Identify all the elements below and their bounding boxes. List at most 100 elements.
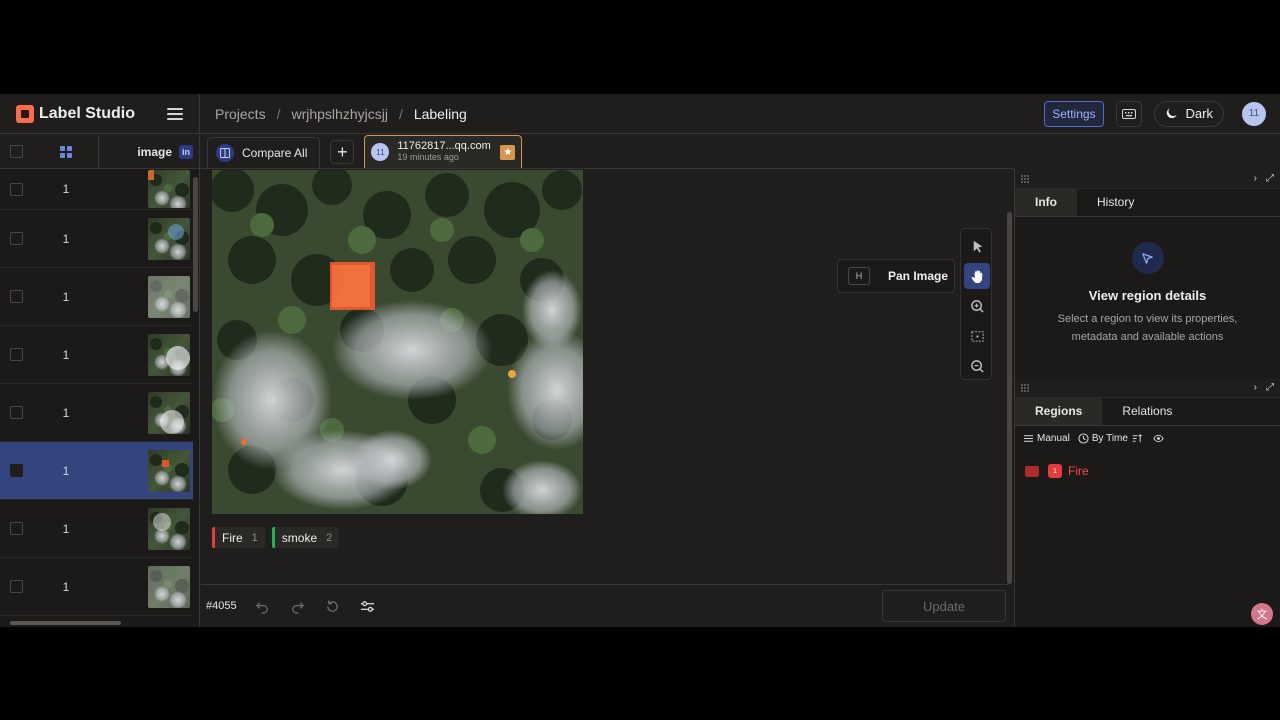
input-badge: in [179, 144, 193, 159]
table-row[interactable]: 1 [0, 169, 193, 210]
undo-icon[interactable] [254, 597, 272, 615]
column-header-image[interactable]: image [137, 145, 172, 159]
keyboard-shortcuts-button[interactable] [1115, 100, 1142, 127]
regions-panel-header[interactable]: › ⤢ [1015, 378, 1280, 398]
compare-all-label: Compare All [242, 146, 308, 160]
hand-icon[interactable] [964, 263, 990, 289]
region-list-item[interactable]: 1 Fire [1015, 458, 1280, 484]
info-panel-header[interactable]: › ⤢ [1015, 169, 1280, 189]
row-checkbox[interactable] [10, 522, 23, 535]
tab-info[interactable]: Info [1015, 188, 1077, 216]
label-hotkey: 1 [251, 531, 258, 544]
pointer-icon[interactable] [964, 233, 990, 259]
table-row[interactable]: 1 [0, 558, 193, 616]
tab-regions[interactable]: Regions [1015, 397, 1103, 425]
annotation-time: 19 minutes ago [397, 152, 459, 162]
theme-label: Dark [1185, 106, 1213, 121]
table-row-selected[interactable]: 1 [0, 442, 193, 500]
settings-sliders-icon[interactable] [359, 597, 377, 615]
table-horizontal-scrollbar[interactable] [10, 621, 121, 625]
row-thumbnail-image [148, 217, 190, 260]
task-list-table: image in 1 1 1 1 1 1 1 1 [0, 135, 200, 627]
row-checkbox[interactable] [10, 348, 23, 361]
tab-compare-all[interactable]: Compare All [207, 137, 321, 168]
group-manual-button[interactable]: Manual [1023, 433, 1070, 444]
region-label: Fire [1068, 464, 1089, 478]
header-actions: Settings Dark 11 [1044, 100, 1280, 127]
table-row[interactable]: 1 [0, 210, 193, 268]
row-checkbox[interactable] [10, 580, 23, 593]
regions-panel-tabs: Regions Relations [1015, 397, 1280, 426]
breadcrumb-current: Labeling [413, 105, 467, 122]
label-smoke-button[interactable]: smoke 2 [271, 527, 340, 548]
redo-icon[interactable] [289, 597, 307, 615]
info-panel-tabs: Info History [1015, 188, 1280, 217]
canvas-scrollbar[interactable] [1007, 212, 1012, 584]
collapse-arrow-icon[interactable]: › [1254, 173, 1257, 184]
sort-by-time-button[interactable]: By Time [1078, 433, 1145, 444]
theme-toggle-button[interactable]: Dark [1153, 100, 1224, 127]
row-id: 1 [62, 463, 70, 478]
tab-annotation[interactable]: 11 11762817...qq.com 19 minutes ago ★ [364, 135, 523, 168]
logo-area: Label Studio [0, 94, 200, 134]
rectangle-region-icon [1025, 465, 1039, 477]
zoom-out-icon[interactable] [964, 353, 990, 379]
clock-icon [1078, 432, 1089, 444]
breadcrumb-project[interactable]: wrjhpslhzhyjcsjj [291, 106, 387, 122]
cursor-icon [1131, 242, 1164, 274]
table-row[interactable]: 1 [0, 500, 193, 558]
expand-icon[interactable]: ⤢ [1266, 382, 1274, 393]
table-row[interactable]: 1 [0, 326, 193, 384]
collapse-arrow-icon[interactable]: › [1254, 382, 1257, 393]
row-thumbnail-image [148, 507, 190, 550]
menu-icon[interactable] [167, 107, 183, 120]
table-vertical-scrollbar[interactable] [193, 177, 198, 312]
row-checkbox[interactable] [10, 232, 23, 245]
table-header: image in [0, 135, 199, 169]
row-thumbnail-image [148, 449, 190, 492]
translate-icon[interactable]: 文 [1251, 603, 1273, 625]
row-id: 1 [62, 405, 70, 420]
expand-icon[interactable]: ⤢ [1266, 173, 1274, 184]
select-all-checkbox[interactable] [10, 145, 23, 158]
tab-relations[interactable]: Relations [1102, 397, 1192, 425]
row-id: 1 [62, 521, 70, 536]
row-checkbox[interactable] [10, 182, 23, 196]
tab-history[interactable]: History [1077, 188, 1154, 216]
keyboard-icon [1121, 108, 1136, 119]
app-name: Label Studio [39, 104, 135, 122]
drag-handle-icon[interactable] [1021, 174, 1029, 183]
region-details-empty-state: View region details Select a region to v… [1015, 217, 1280, 378]
update-button[interactable]: Update [882, 590, 1006, 622]
add-annotation-button[interactable]: + [330, 140, 355, 164]
annotator-name: 11762817...qq.com [397, 140, 491, 152]
star-icon[interactable]: ★ [500, 144, 516, 160]
manual-label: Manual [1037, 432, 1070, 444]
settings-button[interactable]: Settings [1044, 100, 1104, 127]
row-thumbnail-image [148, 565, 190, 608]
row-checkbox[interactable] [10, 290, 23, 303]
breadcrumb-projects[interactable]: Projects [215, 106, 266, 122]
reset-icon[interactable] [324, 597, 342, 615]
row-thumbnail-image [148, 275, 190, 318]
columns-grid-icon[interactable] [59, 145, 72, 158]
row-checkbox[interactable] [10, 406, 23, 419]
row-checkbox[interactable] [10, 464, 23, 477]
table-row[interactable]: 1 [0, 384, 193, 442]
moon-icon [1166, 108, 1177, 119]
fit-icon[interactable] [964, 323, 990, 349]
row-thumbnail-image [148, 391, 190, 434]
tooltip-label: Pan Image [888, 269, 949, 283]
drag-handle-icon[interactable] [1021, 383, 1029, 392]
table-row[interactable]: 1 [0, 268, 193, 326]
annotation-tabs-bar: Compare All + 11 11762817...qq.com 19 mi… [201, 135, 1014, 169]
eye-icon[interactable] [1153, 433, 1167, 444]
label-hotkey: 2 [326, 531, 333, 544]
task-image[interactable] [212, 170, 583, 514]
zoom-in-icon[interactable] [964, 293, 990, 319]
label-name: smoke [281, 530, 318, 545]
sort-order-icon [1132, 433, 1142, 442]
label-fire-button[interactable]: Fire 1 [212, 527, 265, 548]
row-thumbnail-image [148, 333, 190, 376]
user-avatar[interactable]: 11 [1242, 101, 1266, 126]
